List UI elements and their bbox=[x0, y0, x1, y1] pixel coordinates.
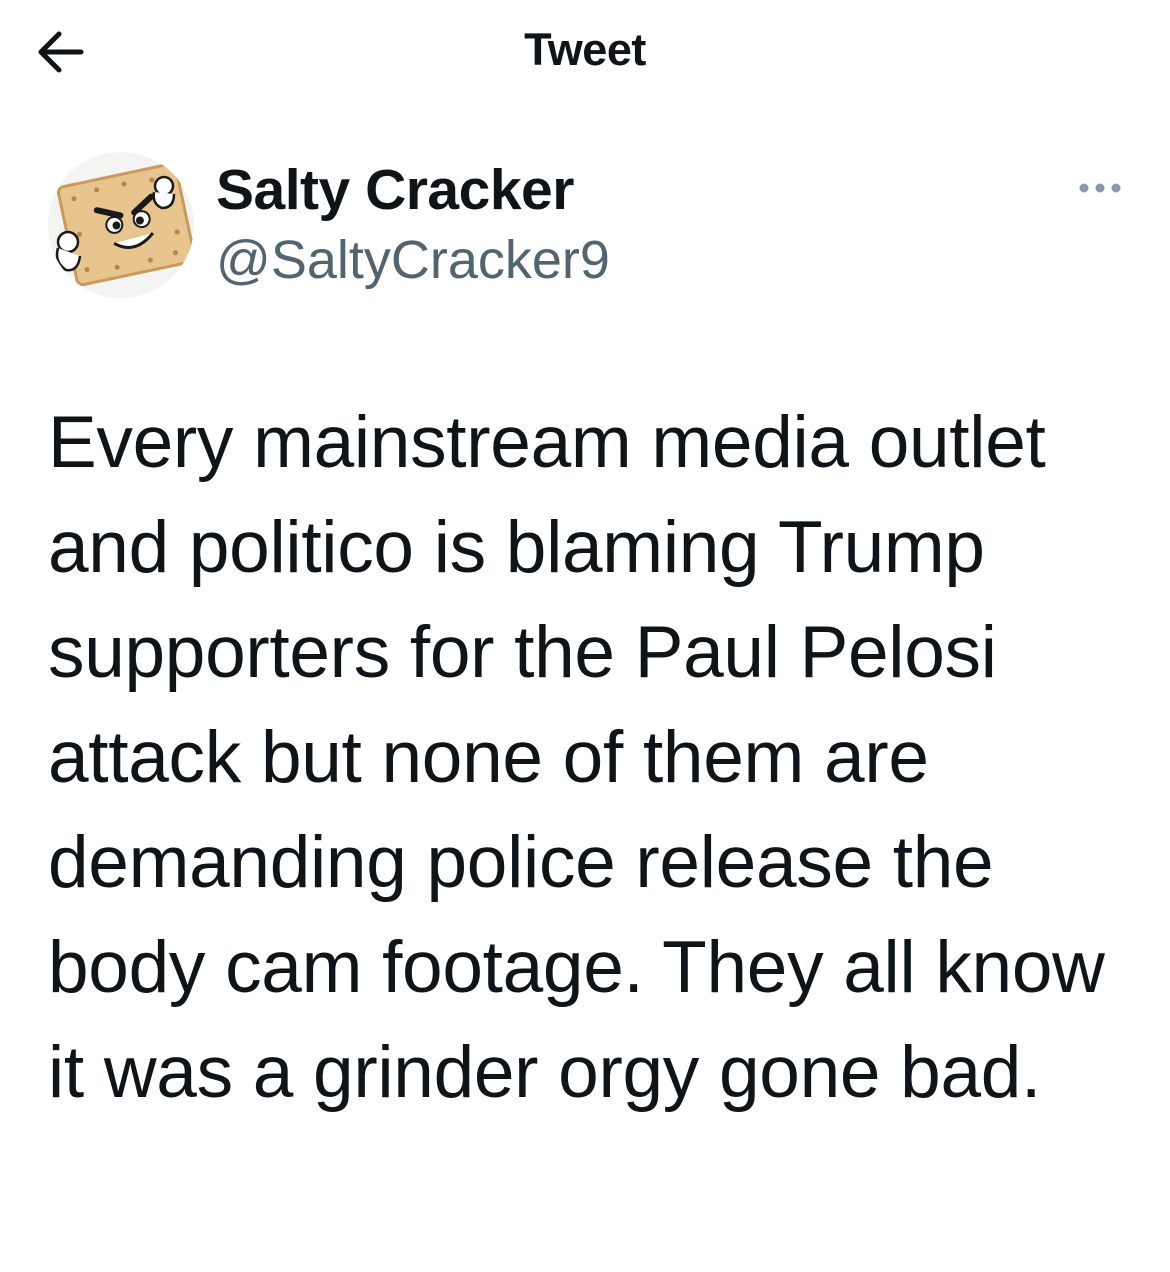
tweet-text: Every mainstream media outlet and politi… bbox=[48, 402, 1105, 1113]
cracker-cartoon-avatar bbox=[55, 162, 194, 287]
avatar[interactable] bbox=[48, 152, 194, 298]
more-options-button[interactable] bbox=[1072, 170, 1128, 206]
author-handle[interactable]: @SaltyCracker9 bbox=[216, 226, 610, 294]
more-horizontal-icon bbox=[1079, 183, 1121, 193]
tweet-author-header: Salty Cracker @SaltyCracker9 bbox=[48, 152, 1128, 302]
top-navigation-bar: Tweet bbox=[0, 0, 1170, 110]
author-info: Salty Cracker @SaltyCracker9 bbox=[216, 152, 610, 294]
page-title: Tweet bbox=[524, 24, 646, 75]
author-display-name[interactable]: Salty Cracker bbox=[216, 156, 610, 224]
